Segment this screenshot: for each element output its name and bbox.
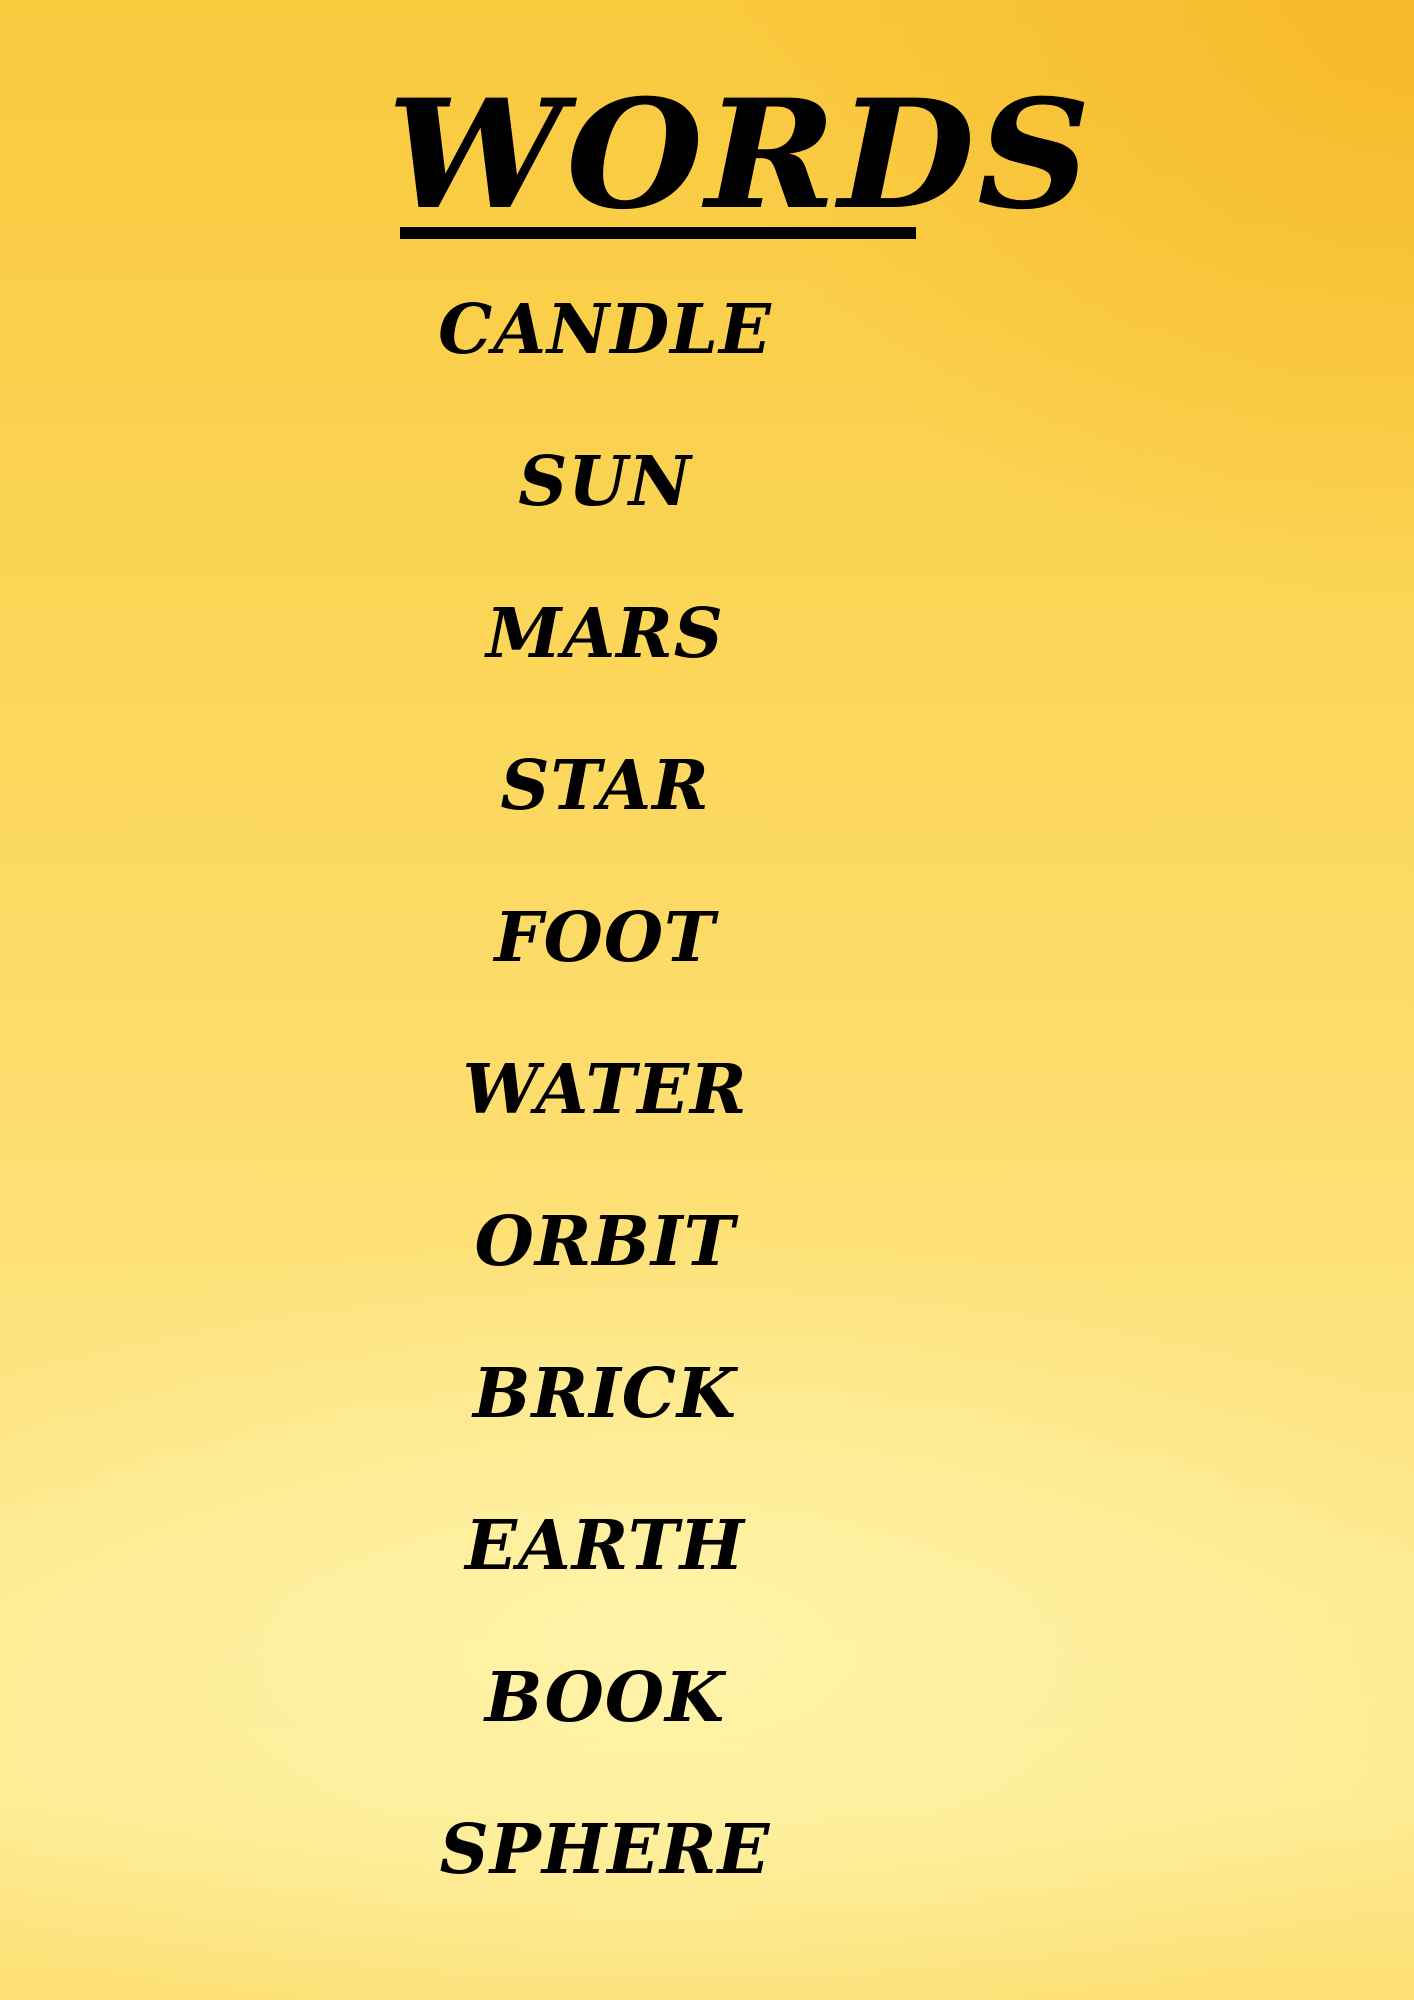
word-item: FOOT [494, 898, 716, 978]
word-item: CANDLE [438, 290, 772, 370]
word-item: SUN [518, 442, 692, 522]
word-item: BRICK [472, 1354, 738, 1434]
word-item: EARTH [465, 1506, 745, 1586]
word-item: WATER [462, 1050, 748, 1130]
word-item: BOOK [484, 1658, 726, 1738]
word-item: STAR [500, 746, 710, 826]
word-item: ORBIT [474, 1202, 736, 1282]
title-underline [400, 227, 916, 239]
page-title: WORDS [387, 67, 1093, 243]
word-item: SPHERE [439, 1810, 771, 1890]
word-item: MARS [486, 594, 724, 674]
word-list-page: WORDS CANDLE SUN MARS STAR FOOT WATER OR… [0, 0, 1414, 2000]
word-list: CANDLE SUN MARS STAR FOOT WATER ORBIT BR… [360, 285, 850, 1957]
